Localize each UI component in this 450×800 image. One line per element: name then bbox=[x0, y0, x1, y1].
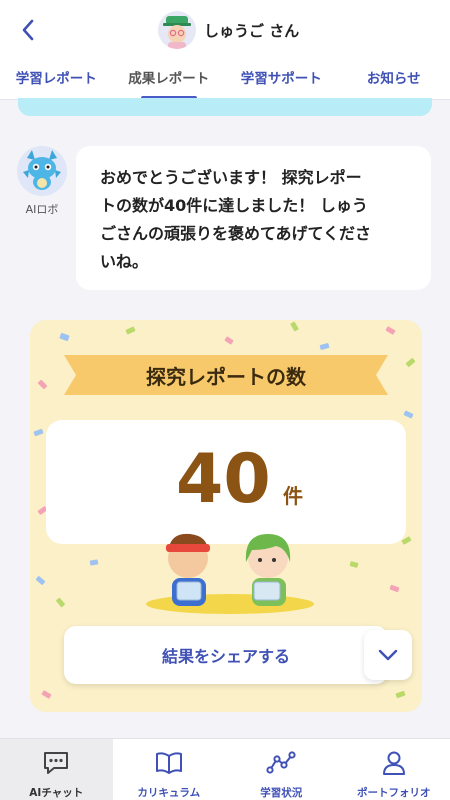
tab-learning-support[interactable]: 学習サポート bbox=[225, 56, 338, 99]
confetti bbox=[395, 690, 406, 699]
confetti bbox=[37, 379, 48, 390]
nav-learning-status[interactable]: 学習状況 bbox=[225, 739, 338, 800]
profile: しゅうご さん bbox=[158, 10, 299, 50]
confetti bbox=[389, 584, 400, 593]
ai-robot: AIロボ bbox=[16, 146, 68, 217]
tab-achievement-report[interactable]: 成果レポート bbox=[113, 56, 226, 100]
line-chart-icon bbox=[266, 749, 296, 777]
confetti bbox=[405, 357, 416, 368]
chat-icon bbox=[41, 749, 71, 777]
title-ribbon: 探究レポートの数 bbox=[64, 355, 388, 395]
confetti bbox=[89, 559, 99, 566]
user-avatar bbox=[158, 11, 196, 49]
bottom-nav: AIチャット カリキュラム 学習状況 ポートフォリオ bbox=[0, 738, 450, 800]
tab-notices[interactable]: お知らせ bbox=[338, 56, 450, 99]
confetti bbox=[55, 597, 66, 608]
nav-label: カリキュラム bbox=[137, 787, 201, 799]
kids-illustration bbox=[140, 520, 320, 620]
report-count: 40 bbox=[176, 440, 271, 519]
chevron-left-icon bbox=[22, 19, 34, 41]
message-line: トの数が40件に達しました！ しゅう bbox=[100, 196, 368, 215]
share-button[interactable]: 結果をシェアする bbox=[64, 626, 388, 684]
nav-label: ポートフォリオ bbox=[357, 787, 431, 799]
achievement-title: 探究レポートの数 bbox=[146, 364, 306, 389]
nav-curriculum[interactable]: カリキュラム bbox=[113, 739, 226, 800]
chevron-down-icon bbox=[378, 649, 398, 661]
confetti bbox=[35, 575, 46, 586]
expand-button[interactable] bbox=[364, 630, 412, 680]
confetti bbox=[290, 321, 299, 332]
confetti bbox=[59, 332, 70, 342]
chat-bubble: おめでとうございます！ 探究レポー トの数が40件に達しました！ しゅう ごさん… bbox=[76, 146, 431, 290]
user-name: しゅうご さん bbox=[204, 21, 300, 40]
message-line: いね。 bbox=[100, 252, 149, 271]
back-button[interactable] bbox=[16, 18, 40, 42]
confetti bbox=[349, 561, 359, 568]
message-line: おめでとうございます！ 探究レポー bbox=[100, 168, 362, 187]
confetti bbox=[224, 336, 234, 345]
tab-bar: 学習レポート 成果レポート 学習サポート お知らせ bbox=[0, 56, 450, 100]
count-unit: 件 bbox=[283, 484, 303, 508]
confetti bbox=[33, 428, 44, 437]
message-line: ごさんの頑張りを褒めてあげてくださ bbox=[100, 224, 372, 243]
confetti bbox=[319, 342, 330, 351]
person-icon bbox=[379, 749, 409, 777]
tab-learning-report[interactable]: 学習レポート bbox=[0, 56, 113, 99]
achievement-card: 探究レポートの数 40 件 結果をシェアする bbox=[30, 320, 422, 712]
confetti bbox=[385, 326, 396, 335]
previous-card-edge bbox=[18, 98, 432, 116]
nav-label: 学習状況 bbox=[260, 787, 303, 799]
confetti bbox=[41, 690, 52, 699]
nav-ai-chat[interactable]: AIチャット bbox=[0, 739, 113, 800]
nav-portfolio[interactable]: ポートフォリオ bbox=[338, 739, 450, 800]
robot-avatar bbox=[17, 146, 67, 196]
bot-label: AIロボ bbox=[25, 203, 59, 216]
confetti bbox=[403, 410, 414, 419]
book-icon bbox=[154, 749, 184, 777]
app-header: しゅうご さん 学習レポート 成果レポート 学習サポート お知らせ bbox=[0, 0, 450, 100]
nav-label: AIチャット bbox=[29, 787, 84, 799]
confetti bbox=[125, 326, 136, 335]
